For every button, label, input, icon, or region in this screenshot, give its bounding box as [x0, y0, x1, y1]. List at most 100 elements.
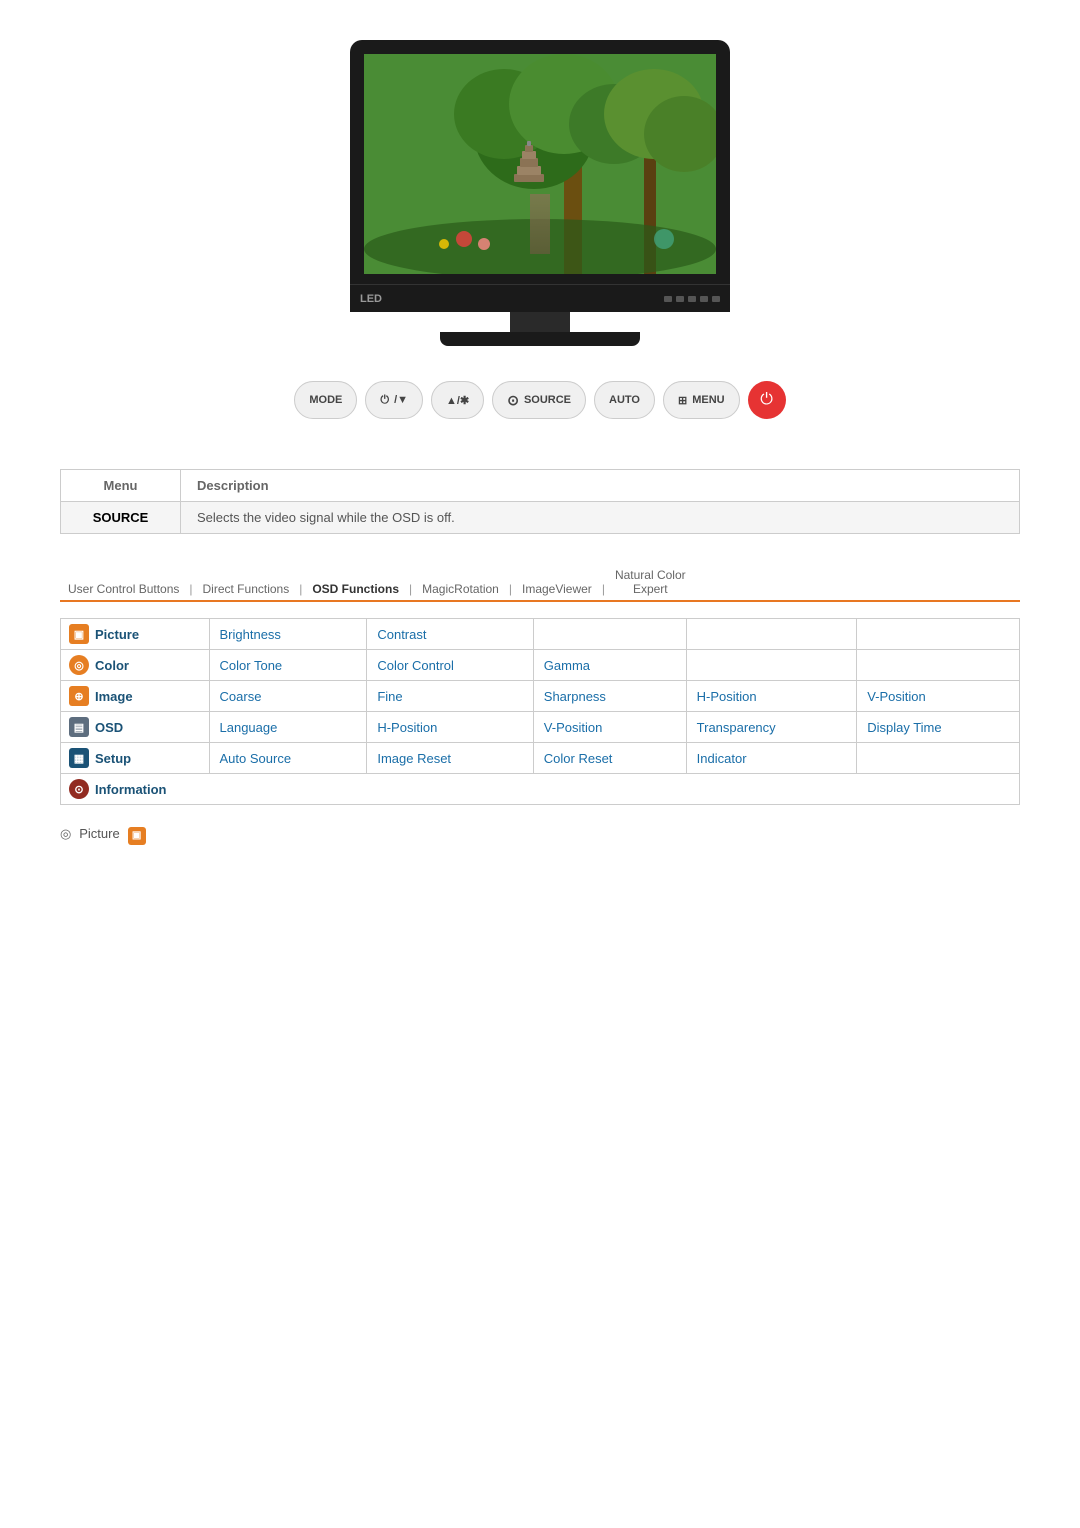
table-row: ▣ Picture Brightness Contrast — [61, 619, 1020, 650]
color-tone-link[interactable]: Color Tone — [220, 658, 283, 673]
color-reset-cell[interactable]: Color Reset — [533, 743, 686, 774]
mode-button[interactable]: MODE — [294, 381, 357, 419]
display-time-link[interactable]: Display Time — [867, 720, 941, 735]
menu-cell-color: ◎ Color — [61, 650, 210, 681]
indicator-cell[interactable]: Indicator — [686, 743, 857, 774]
osd-table-section: ▣ Picture Brightness Contrast ◎ Color Co… — [60, 618, 1020, 805]
power-down-button[interactable]: ⏻/▼ — [365, 381, 423, 419]
display-time-cell[interactable]: Display Time — [857, 712, 1020, 743]
information-menu-item: ⊙ Information — [69, 779, 1011, 799]
table-header-row: Menu Description — [61, 470, 1020, 502]
brightness-link[interactable]: Brightness — [220, 627, 281, 642]
source-button[interactable]: ⊙ SOURCE — [492, 381, 586, 419]
transparency-cell[interactable]: Transparency — [686, 712, 857, 743]
menu-cell-image: ⊕ Image — [61, 681, 210, 712]
osd-icon: ▤ — [69, 717, 89, 737]
menu-button[interactable]: ⊞ MENU — [663, 381, 740, 419]
transparency-link[interactable]: Transparency — [697, 720, 776, 735]
table-row: ⊕ Image Coarse Fine Sharpness H-Position… — [61, 681, 1020, 712]
coarse-link[interactable]: Coarse — [220, 689, 262, 704]
tab-image-viewer[interactable]: ImageViewer — [514, 578, 600, 600]
tab-user-control-buttons[interactable]: User Control Buttons — [60, 578, 187, 600]
empty-cell-1 — [533, 619, 686, 650]
source-menu-cell: SOURCE — [61, 502, 181, 534]
information-label: Information — [95, 782, 167, 797]
gamma-link[interactable]: Gamma — [544, 658, 590, 673]
indicator-link[interactable]: Indicator — [697, 751, 747, 766]
contrast-cell[interactable]: Contrast — [367, 619, 533, 650]
empty-cell-4 — [686, 650, 857, 681]
picture-label-section: ◎ Picture ▣ — [60, 825, 1020, 845]
source-desc-cell: Selects the video signal while the OSD i… — [181, 502, 1020, 534]
language-cell[interactable]: Language — [209, 712, 367, 743]
picture-icon: ▣ — [69, 624, 89, 644]
language-link[interactable]: Language — [220, 720, 278, 735]
h-position-image-link[interactable]: H-Position — [697, 689, 757, 704]
tab-osd-functions[interactable]: OSD Functions — [304, 578, 407, 602]
separator-3: | — [407, 578, 414, 600]
picture-small-icon: ▣ — [128, 827, 146, 845]
v-position-image-link[interactable]: V-Position — [867, 689, 926, 704]
menu-cell-information: ⊙ Information — [61, 774, 1020, 805]
monitor-dot — [688, 296, 696, 302]
power-button[interactable]: ⏻ — [748, 381, 786, 419]
monitor-section: LED — [0, 0, 1080, 366]
info-icon: ⊙ — [69, 779, 89, 799]
v-position-image-cell[interactable]: V-Position — [857, 681, 1020, 712]
circle-icon: ◎ — [60, 826, 71, 841]
v-position-osd-link[interactable]: V-Position — [544, 720, 603, 735]
up-asterisk-button[interactable]: ▲/✱ — [431, 381, 484, 419]
color-reset-link[interactable]: Color Reset — [544, 751, 613, 766]
empty-cell-2 — [686, 619, 857, 650]
description-column-header: Description — [181, 470, 1020, 502]
tab-magic-rotation[interactable]: MagicRotation — [414, 578, 507, 600]
menu-cell-osd: ▤ OSD — [61, 712, 210, 743]
coarse-cell[interactable]: Coarse — [209, 681, 367, 712]
auto-button[interactable]: AUTO — [594, 381, 655, 419]
separator-4: | — [507, 578, 514, 600]
separator-1: | — [187, 578, 194, 600]
setup-icon: ▦ — [69, 748, 89, 768]
color-label: Color — [95, 658, 129, 673]
color-tone-cell[interactable]: Color Tone — [209, 650, 367, 681]
h-position-osd-cell[interactable]: H-Position — [367, 712, 533, 743]
h-position-osd-link[interactable]: H-Position — [377, 720, 437, 735]
image-reset-cell[interactable]: Image Reset — [367, 743, 533, 774]
led-label: LED — [360, 293, 382, 305]
auto-source-cell[interactable]: Auto Source — [209, 743, 367, 774]
auto-source-link[interactable]: Auto Source — [220, 751, 292, 766]
monitor-stand-base — [440, 332, 640, 346]
separator-5: | — [600, 578, 607, 600]
monitor-screen — [364, 54, 716, 274]
menu-cell-setup: ▦ Setup — [61, 743, 210, 774]
table-row: ▦ Setup Auto Source Image Reset Color Re… — [61, 743, 1020, 774]
color-control-link[interactable]: Color Control — [377, 658, 454, 673]
gamma-cell[interactable]: Gamma — [533, 650, 686, 681]
brightness-cell[interactable]: Brightness — [209, 619, 367, 650]
color-icon: ◎ — [69, 655, 89, 675]
color-control-cell[interactable]: Color Control — [367, 650, 533, 681]
fine-link[interactable]: Fine — [377, 689, 402, 704]
power-ring-icon: ⏻ — [760, 391, 773, 409]
sharpness-link[interactable]: Sharpness — [544, 689, 606, 704]
setup-menu-item: ▦ Setup — [69, 748, 201, 768]
monitor-dots — [664, 296, 720, 302]
image-reset-link[interactable]: Image Reset — [377, 751, 451, 766]
monitor-body — [350, 40, 730, 284]
image-label: Image — [95, 689, 133, 704]
tab-direct-functions[interactable]: Direct Functions — [195, 578, 298, 600]
h-position-image-cell[interactable]: H-Position — [686, 681, 857, 712]
source-label: SOURCE — [524, 394, 571, 406]
fine-cell[interactable]: Fine — [367, 681, 533, 712]
picture-menu-item: ▣ Picture — [69, 624, 201, 644]
osd-main-table: ▣ Picture Brightness Contrast ◎ Color Co… — [60, 618, 1020, 805]
contrast-link[interactable]: Contrast — [377, 627, 426, 642]
description-section: Menu Description SOURCE Selects the vide… — [60, 469, 1020, 534]
sharpness-cell[interactable]: Sharpness — [533, 681, 686, 712]
empty-cell-5 — [857, 650, 1020, 681]
tab-natural-color[interactable]: Natural ColorExpert — [607, 564, 694, 600]
control-buttons-row: MODE ⏻/▼ ▲/✱ ⊙ SOURCE AUTO ⊞ MENU ⏻ — [0, 366, 1080, 449]
menu-cell-picture: ▣ Picture — [61, 619, 210, 650]
v-position-osd-cell[interactable]: V-Position — [533, 712, 686, 743]
monitor-dot — [700, 296, 708, 302]
